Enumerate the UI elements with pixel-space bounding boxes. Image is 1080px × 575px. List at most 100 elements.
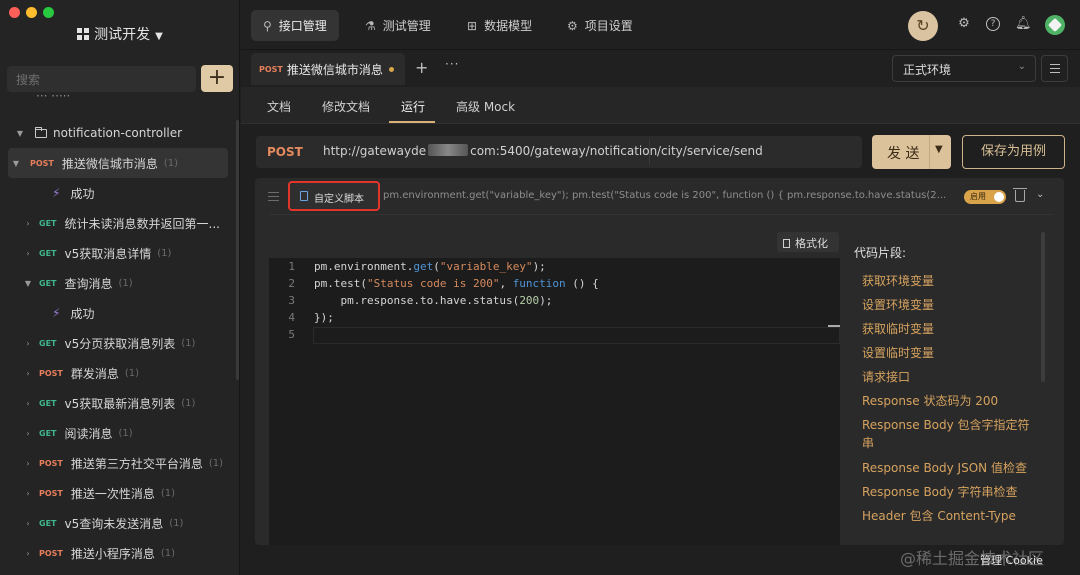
sidebar-item[interactable]: › GET v5获取最新消息列表 (1) bbox=[0, 388, 238, 418]
tab-edit-docs[interactable]: 修改文档 bbox=[322, 98, 370, 115]
tab-run[interactable]: 运行 bbox=[401, 98, 425, 115]
tab-advanced-mock[interactable]: 高级 Mock bbox=[456, 98, 515, 115]
path-input[interactable]: /city/service/send bbox=[657, 144, 763, 158]
chevron-down-icon: ▼ bbox=[24, 278, 32, 288]
chevron-down-icon[interactable]: ⌄ bbox=[1036, 189, 1044, 200]
chevron-right-icon: › bbox=[26, 518, 30, 528]
model-icon: ⊞ bbox=[467, 18, 478, 33]
chevron-right-icon: › bbox=[26, 398, 30, 408]
custom-script-chip[interactable]: 自定义脚本 bbox=[288, 181, 380, 211]
drag-handle-icon[interactable] bbox=[268, 192, 279, 201]
snippet-header-content-type[interactable]: Header 包含 Content-Type bbox=[862, 507, 1016, 525]
close-window-button[interactable] bbox=[9, 7, 20, 18]
sidebar-item[interactable]: › POST 推送一次性消息 (1) bbox=[0, 478, 238, 508]
chevron-right-icon: › bbox=[26, 248, 30, 258]
url-divider bbox=[649, 139, 650, 165]
code-editor[interactable]: 1 2 3 4 5 pm.environment.get("variable_k… bbox=[269, 258, 840, 545]
watermark: @稀土掘金技术社区 bbox=[900, 549, 1045, 568]
base-url-input[interactable]: http://gatewayde com:5400/gateway/notific… bbox=[323, 144, 657, 158]
format-button[interactable]: 格式化 bbox=[777, 232, 839, 252]
current-line-highlight bbox=[313, 327, 840, 344]
caret-down-icon: ▼ bbox=[155, 31, 163, 42]
bell-icon[interactable]: 🔔︎ bbox=[1015, 16, 1032, 32]
chevron-right-icon: › bbox=[26, 488, 30, 498]
enable-toggle[interactable]: 启用 bbox=[964, 190, 1006, 204]
settings-icon[interactable]: ⚙ bbox=[956, 16, 972, 32]
sidebar-item-case[interactable]: ⚡ 成功 bbox=[0, 178, 238, 208]
sidebar-item[interactable]: › POST 推送小程序消息 (1) bbox=[0, 538, 238, 568]
active-tab-indicator bbox=[389, 121, 435, 123]
zoom-window-button[interactable] bbox=[43, 7, 54, 18]
sidebar-item[interactable]: › POST 推送第三方社交平台消息 (1) bbox=[0, 448, 238, 478]
trash-icon[interactable] bbox=[1013, 188, 1027, 202]
minimize-window-button[interactable] bbox=[26, 7, 37, 18]
tab-api-management[interactable]: ⚲ 接口管理 bbox=[251, 10, 339, 41]
sidebar-item[interactable]: › POST 群发消息 (1) bbox=[0, 358, 238, 388]
method-select[interactable]: POST bbox=[267, 145, 303, 159]
snippet-request[interactable]: 请求接口 bbox=[862, 368, 910, 386]
tab-data-model[interactable]: ⊞ 数据模型 bbox=[455, 10, 544, 41]
sidebar-item-case[interactable]: ⚡ 成功 bbox=[0, 298, 238, 328]
more-tabs-icon[interactable]: ··· bbox=[445, 57, 459, 71]
chevron-right-icon: › bbox=[26, 368, 30, 378]
top-navigation: ⚲ 接口管理 ⚗ 测试管理 ⊞ 数据模型 ⚙ 项目设置 bbox=[241, 0, 1080, 50]
sidebar-scrollbar[interactable] bbox=[236, 120, 239, 380]
chevron-down-icon[interactable]: ▼ bbox=[935, 144, 943, 155]
sidebar-item[interactable]: › GET 统计未读消息数并返回第一... bbox=[0, 208, 238, 238]
code-line-4: }); bbox=[314, 311, 334, 324]
window-controls bbox=[9, 7, 54, 18]
send-button[interactable]: 发 送 ▼ bbox=[872, 135, 951, 169]
help-icon[interactable]: ? bbox=[986, 17, 1000, 31]
snippet-body-contains[interactable]: Response Body 包含字指定符串 bbox=[862, 416, 1032, 452]
avatar[interactable] bbox=[1045, 15, 1065, 35]
script-preview: pm.environment.get("variable_key"); pm.t… bbox=[383, 190, 947, 201]
sidebar-item[interactable]: › GET 阅读消息 (1) bbox=[0, 418, 238, 448]
tab-project-settings[interactable]: ⚙ 项目设置 bbox=[555, 10, 645, 41]
snippet-json-check[interactable]: Response Body JSON 值检查 bbox=[862, 459, 1027, 477]
chevron-right-icon: › bbox=[26, 458, 30, 468]
snippet-status-200[interactable]: Response 状态码为 200 bbox=[862, 392, 998, 410]
save-as-case-button[interactable]: 保存为用例 bbox=[962, 135, 1065, 169]
url-bar: POST http://gatewayde com:5400/gateway/no… bbox=[256, 136, 862, 168]
workspace-name: 测试开发 bbox=[94, 27, 151, 43]
chevron-down-icon: ▼ bbox=[16, 128, 24, 138]
sidebar-item[interactable]: › GET v5查询未发送消息 (1) bbox=[0, 508, 238, 538]
code-line-2: pm.test("Status code is 200", function (… bbox=[314, 277, 599, 290]
sidebar-item[interactable]: › GET v5获取消息详情 (1) bbox=[0, 238, 238, 268]
folder-icon bbox=[35, 126, 47, 138]
snippet-get-env[interactable]: 获取环境变量 bbox=[862, 272, 934, 290]
flask-icon: ⚗ bbox=[365, 18, 376, 33]
request-tab[interactable]: POST 推送微信城市消息 bbox=[251, 53, 405, 85]
code-line-1: pm.environment.get("variable_key"); bbox=[314, 260, 546, 273]
format-icon bbox=[783, 239, 790, 248]
tab-docs[interactable]: 文档 bbox=[267, 98, 291, 115]
bolt-icon: ⚡ bbox=[52, 186, 61, 200]
divider bbox=[270, 214, 1053, 215]
snippet-get-temp[interactable]: 获取临时变量 bbox=[862, 320, 934, 338]
sync-button[interactable]: ↻ bbox=[908, 11, 938, 41]
chevron-right-icon: › bbox=[26, 548, 30, 558]
environment-select[interactable]: 正式环境 ⌄ bbox=[892, 55, 1036, 82]
snippet-set-temp[interactable]: 设置临时变量 bbox=[862, 344, 934, 362]
chevron-right-icon: › bbox=[26, 218, 30, 228]
unsaved-dot-icon bbox=[388, 66, 394, 72]
overview-ruler-mark bbox=[828, 325, 840, 327]
snippets-scrollbar[interactable] bbox=[1041, 232, 1045, 382]
tab-test-management[interactable]: ⚗ 测试管理 bbox=[353, 10, 443, 41]
chevron-right-icon: › bbox=[26, 428, 30, 438]
folder-notification-controller[interactable]: ▼ notification-controller bbox=[0, 118, 238, 148]
list-item-partial[interactable]: ··· ····· bbox=[0, 86, 238, 106]
snippet-string-check[interactable]: Response Body 字符串检查 bbox=[862, 483, 1018, 501]
sidebar-item-selected[interactable]: ▼ POST 推送微信城市消息 (1) bbox=[8, 148, 228, 178]
sidebar-item[interactable]: › GET v5分页获取消息列表 (1) bbox=[0, 328, 238, 358]
snippets-title: 代码片段: bbox=[854, 246, 907, 260]
grid-icon bbox=[77, 28, 90, 40]
redacted-blur bbox=[428, 144, 469, 156]
workspace-selector[interactable]: 测试开发 ▼ bbox=[0, 24, 240, 44]
snippet-set-env[interactable]: 设置环境变量 bbox=[862, 296, 934, 314]
sidebar-item[interactable]: ▼ GET 查询消息 (1) bbox=[0, 268, 238, 298]
chevron-down-icon: ▼ bbox=[12, 158, 20, 168]
environment-menu-button[interactable] bbox=[1041, 55, 1068, 82]
link-icon: ⚲ bbox=[263, 18, 272, 33]
new-tab-button[interactable]: + bbox=[415, 58, 428, 77]
